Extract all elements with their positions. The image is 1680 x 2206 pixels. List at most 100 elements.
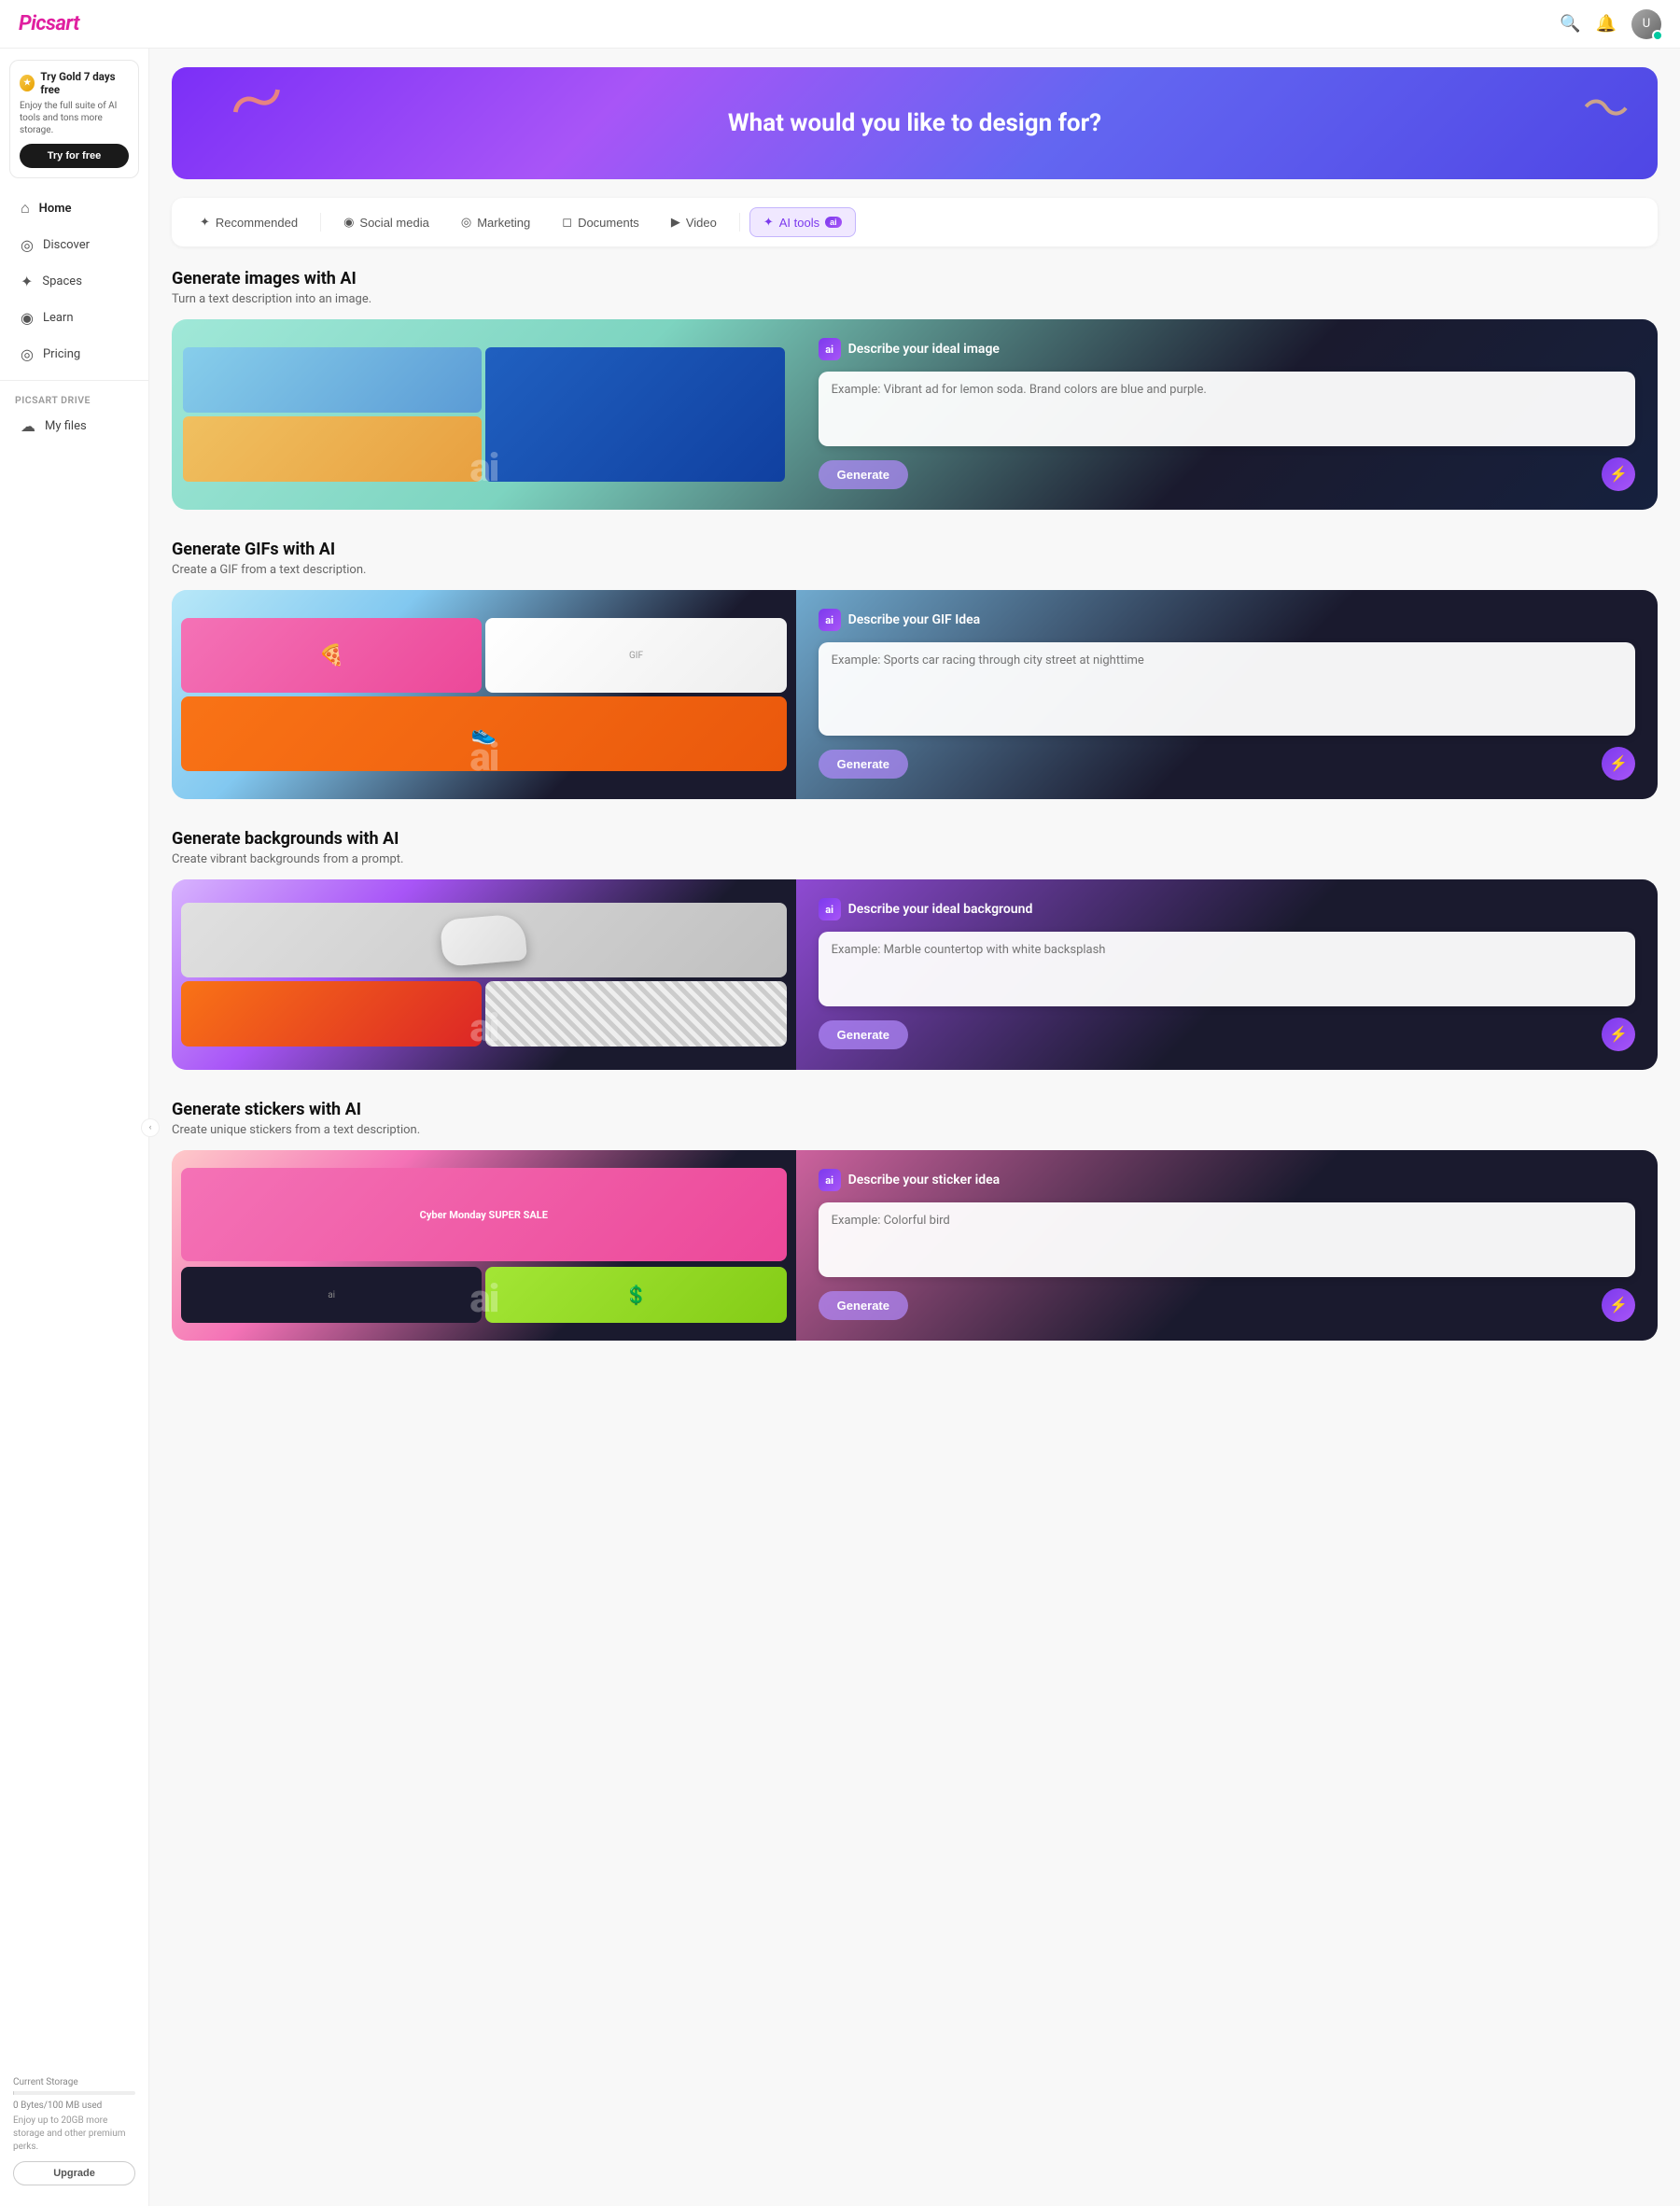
sidebar-item-discover[interactable]: ◎ Discover bbox=[6, 228, 143, 262]
tab-recommended[interactable]: ✦ Recommended bbox=[187, 208, 311, 236]
generate-images-section: Generate images with AI Turn a text desc… bbox=[172, 269, 1658, 510]
gif-preview-1: 🍕 bbox=[181, 618, 482, 693]
bg-preview-2 bbox=[181, 981, 482, 1047]
card-ai-icon-gifs: ai bbox=[819, 609, 841, 631]
bell-icon: 🔔 bbox=[1596, 14, 1617, 34]
bg-preview-1 bbox=[181, 903, 787, 977]
tab-ai-tools[interactable]: ✦ AI tools ai bbox=[749, 207, 856, 237]
magic-wand-button-images[interactable]: ⚡ bbox=[1602, 457, 1635, 491]
magic-wand-button-backgrounds[interactable]: ⚡ bbox=[1602, 1018, 1635, 1051]
storage-description: Enjoy up to 20GB more storage and other … bbox=[13, 2115, 135, 2154]
generate-stickers-section: Generate stickers with AI Create unique … bbox=[172, 1100, 1658, 1341]
card-header-label-backgrounds: Describe your ideal background bbox=[848, 902, 1033, 917]
sidebar: ★ Try Gold 7 days free Enjoy the full su… bbox=[0, 49, 149, 2206]
generate-gifs-button[interactable]: Generate bbox=[819, 750, 908, 779]
card-ai-icon-stickers: ai bbox=[819, 1169, 841, 1191]
home-icon: ⌂ bbox=[21, 199, 30, 218]
recommended-tab-icon: ✦ bbox=[200, 215, 210, 230]
card-header-label-gifs: Describe your GIF Idea bbox=[848, 612, 981, 627]
card-right-stickers: ai Describe your sticker idea Generate ⚡ bbox=[796, 1150, 1658, 1341]
app-body: ★ Try Gold 7 days free Enjoy the full su… bbox=[0, 49, 1680, 2206]
discover-icon: ◎ bbox=[21, 236, 34, 254]
generate-backgrounds-section: Generate backgrounds with AI Create vibr… bbox=[172, 829, 1658, 1070]
section-subtitle-images: Turn a text description into an image. bbox=[172, 292, 1658, 306]
ai-tools-badge: ai bbox=[825, 217, 842, 228]
storage-bar-fill bbox=[13, 2091, 14, 2095]
collage-img-1 bbox=[183, 347, 482, 413]
card-left-images: ai bbox=[172, 319, 796, 510]
sidebar-collapse-button[interactable]: ‹ bbox=[141, 1118, 160, 1137]
search-icon: 🔍 bbox=[1560, 14, 1580, 34]
card-header-label-stickers: Describe your sticker idea bbox=[848, 1173, 1001, 1187]
images-collage bbox=[172, 336, 796, 493]
tab-social-media[interactable]: ◉ Social media bbox=[330, 208, 442, 236]
tab-video[interactable]: ▶ Video bbox=[658, 208, 730, 236]
image-description-input[interactable] bbox=[819, 372, 1635, 446]
tab-marketing[interactable]: ◎ Marketing bbox=[448, 208, 543, 236]
collage-img-3 bbox=[183, 416, 482, 482]
generate-stickers-button[interactable]: Generate bbox=[819, 1291, 908, 1320]
card-header-label-images: Describe your ideal image bbox=[848, 342, 1000, 357]
section-title-gifs: Generate GIFs with AI bbox=[172, 540, 1658, 559]
section-title-stickers: Generate stickers with AI bbox=[172, 1100, 1658, 1119]
section-subtitle-stickers: Create unique stickers from a text descr… bbox=[172, 1123, 1658, 1137]
storage-section: Current Storage 0 Bytes/100 MB used Enjo… bbox=[0, 2068, 148, 2195]
social-media-tab-icon: ◉ bbox=[343, 215, 354, 230]
card-left-stickers: Cyber Monday SUPER SALE ai 💲 ai bbox=[172, 1150, 796, 1341]
video-tab-icon: ▶ bbox=[671, 215, 680, 230]
gold-promo-card: ★ Try Gold 7 days free Enjoy the full su… bbox=[9, 60, 139, 178]
card-left-backgrounds: ai bbox=[172, 879, 796, 1070]
spaces-icon: ✦ bbox=[21, 273, 33, 290]
topbar: Picsart 🔍 🔔 U bbox=[0, 0, 1680, 49]
documents-tab-icon: ◻ bbox=[562, 215, 572, 230]
card-ai-icon-backgrounds: ai bbox=[819, 898, 841, 920]
storage-bar-background bbox=[13, 2091, 135, 2095]
sidebar-divider bbox=[0, 380, 148, 381]
sidebar-item-learn[interactable]: ◉ Learn bbox=[6, 301, 143, 335]
search-button[interactable]: 🔍 bbox=[1560, 14, 1580, 34]
card-footer-backgrounds: Generate ⚡ bbox=[819, 1018, 1635, 1051]
section-title-backgrounds: Generate backgrounds with AI bbox=[172, 829, 1658, 849]
section-title-images: Generate images with AI bbox=[172, 269, 1658, 288]
generate-stickers-card: Cyber Monday SUPER SALE ai 💲 ai ai Descr… bbox=[172, 1150, 1658, 1341]
gold-icon: ★ bbox=[20, 75, 35, 91]
sidebar-item-home[interactable]: ⌂ Home bbox=[6, 190, 143, 226]
avatar[interactable]: U bbox=[1631, 9, 1661, 39]
learn-icon: ◉ bbox=[21, 309, 34, 327]
card-header-stickers: ai Describe your sticker idea bbox=[819, 1169, 1635, 1191]
bg-preview-3 bbox=[485, 981, 786, 1047]
tab-divider-1 bbox=[320, 213, 321, 232]
tab-divider-2 bbox=[739, 213, 740, 232]
card-header-images: ai Describe your ideal image bbox=[819, 338, 1635, 360]
generate-backgrounds-button[interactable]: Generate bbox=[819, 1020, 908, 1049]
gif-preview-3: 👟 bbox=[181, 696, 787, 771]
avatar-status-badge bbox=[1652, 30, 1663, 41]
magic-wand-icon-gif: ⚡ bbox=[1609, 754, 1628, 773]
try-for-free-button[interactable]: Try for free bbox=[20, 144, 129, 168]
hero-title: What would you like to design for? bbox=[728, 109, 1101, 137]
card-footer-images: Generate ⚡ bbox=[819, 457, 1635, 491]
magic-wand-button-gifs[interactable]: ⚡ bbox=[1602, 747, 1635, 780]
sidebar-item-my-files[interactable]: ☁ My files bbox=[6, 409, 143, 443]
generate-gifs-card: 🍕 GIF 👟 ai ai Describe your GIF Idea Gen… bbox=[172, 590, 1658, 799]
magic-wand-icon-sticker: ⚡ bbox=[1609, 1296, 1628, 1314]
hero-squiggle-right: 〜 bbox=[1577, 68, 1635, 143]
sidebar-item-spaces[interactable]: ✦ Spaces bbox=[6, 264, 143, 299]
gold-promo-desc: Enjoy the full suite of AI tools and ton… bbox=[20, 100, 129, 136]
upgrade-button[interactable]: Upgrade bbox=[13, 2161, 135, 2185]
main-content: 〜 〜 What would you like to design for? ✦… bbox=[149, 49, 1680, 2206]
tab-documents[interactable]: ◻ Documents bbox=[549, 208, 652, 236]
magic-wand-button-stickers[interactable]: ⚡ bbox=[1602, 1288, 1635, 1322]
sticker-description-input[interactable] bbox=[819, 1202, 1635, 1277]
storage-label: Current Storage bbox=[13, 2077, 135, 2087]
generate-images-button[interactable]: Generate bbox=[819, 460, 908, 489]
generate-backgrounds-card: ai ai Describe your ideal background Gen… bbox=[172, 879, 1658, 1070]
hero-banner: 〜 〜 What would you like to design for? bbox=[172, 67, 1658, 179]
sidebar-item-pricing[interactable]: ◎ Pricing bbox=[6, 337, 143, 372]
notification-button[interactable]: 🔔 bbox=[1596, 14, 1617, 34]
sticker-preview-3: 💲 bbox=[485, 1267, 786, 1323]
gif-description-input[interactable] bbox=[819, 642, 1635, 736]
ai-tools-tab-icon: ✦ bbox=[763, 215, 774, 230]
background-description-input[interactable] bbox=[819, 932, 1635, 1006]
pricing-icon: ◎ bbox=[21, 345, 34, 363]
